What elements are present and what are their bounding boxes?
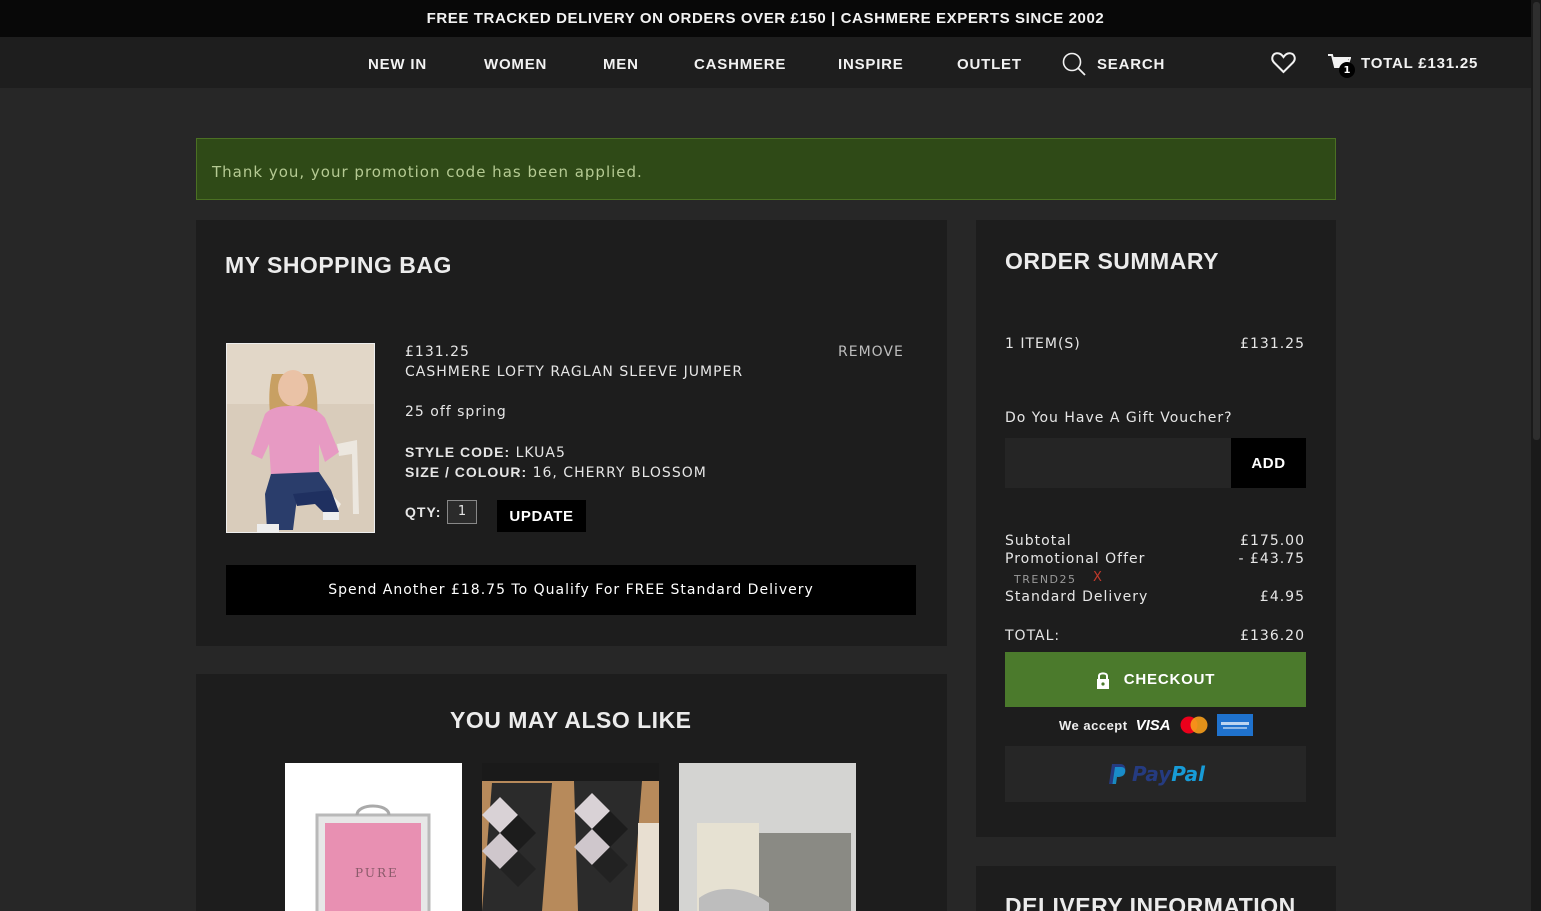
- recommendation-image-2: [482, 763, 659, 911]
- wishlist-heart-icon[interactable]: [1271, 51, 1296, 74]
- announcement-bar: FREE TRACKED DELIVERY ON ORDERS OVER £15…: [0, 0, 1531, 37]
- recommendation-logo-1: PURE: [355, 866, 399, 880]
- item-price: £131.25: [405, 344, 470, 360]
- payment-methods: We accept VISA: [1059, 713, 1253, 737]
- nav-item-men[interactable]: MEN: [603, 56, 639, 73]
- amex-icon: [1216, 714, 1253, 736]
- style-code-label: STYLE CODE:: [405, 444, 511, 460]
- gift-voucher-input[interactable]: [1005, 438, 1231, 488]
- free-delivery-text: Spend Another £18.75 To Qualify For FREE…: [328, 582, 814, 598]
- subtotal-value: £175.00: [1240, 533, 1305, 549]
- gift-voucher-label: Do You Have A Gift Voucher?: [1005, 410, 1233, 426]
- size-colour-row: SIZE / COLOUR: 16, CHERRY BLOSSOM: [405, 464, 707, 481]
- delivery-label: Standard Delivery: [1005, 589, 1149, 605]
- recommendation-card-1[interactable]: PURE: [285, 763, 462, 911]
- scrollbar-thumb[interactable]: [1533, 2, 1540, 440]
- recommendations-title: YOU MAY ALSO LIKE: [450, 707, 692, 733]
- checkout-button[interactable]: CHECKOUT: [1005, 652, 1306, 707]
- recommendation-card-3[interactable]: [679, 763, 856, 911]
- subtotal-label: Subtotal: [1005, 533, 1072, 549]
- style-code-value: LKUA5: [515, 445, 566, 461]
- paypal-logo-pay: Pay: [1131, 762, 1172, 786]
- recommendation-card-2[interactable]: [482, 763, 659, 911]
- promo-code-tag: TREND25: [1014, 573, 1077, 586]
- style-code-row: STYLE CODE: LKUA5: [405, 444, 566, 461]
- search-icon[interactable]: [1061, 51, 1087, 77]
- total-value: £136.20: [1240, 628, 1305, 644]
- update-button[interactable]: UPDATE: [497, 500, 586, 532]
- we-accept-label: We accept: [1059, 717, 1128, 733]
- delivery-value: £4.95: [1259, 589, 1305, 605]
- paypal-button[interactable]: Pay Pal: [1005, 746, 1306, 802]
- mastercard-icon: [1180, 716, 1208, 734]
- add-voucher-button[interactable]: ADD: [1231, 438, 1306, 488]
- size-colour-label: SIZE / COLOUR:: [405, 464, 528, 480]
- items-count: 1 ITEM(S): [1005, 336, 1081, 352]
- promo-success-text: Thank you, your promotion code has been …: [212, 163, 643, 181]
- lock-icon: [1096, 671, 1109, 689]
- nav-item-inspire[interactable]: INSPIRE: [838, 56, 904, 73]
- product-image[interactable]: [226, 343, 375, 533]
- visa-logo: VISA: [1135, 716, 1171, 734]
- items-total: £131.25: [1240, 336, 1305, 352]
- delivery-info-title: DELIVERY INFORMATION: [1005, 893, 1296, 911]
- qty-label: QTY:: [405, 504, 442, 520]
- shopping-bag-title: MY SHOPPING BAG: [225, 252, 452, 278]
- paypal-icon: [1108, 764, 1126, 784]
- total-label: TOTAL:: [1005, 628, 1061, 644]
- free-delivery-banner: Spend Another £18.75 To Qualify For FREE…: [226, 565, 916, 615]
- order-summary-panel: [976, 220, 1336, 837]
- main-nav: NEW IN WOMEN MEN CASHMERE INSPIRE OUTLET…: [0, 37, 1531, 88]
- checkout-label: CHECKOUT: [1123, 671, 1216, 688]
- qty-input[interactable]: 1: [447, 500, 477, 524]
- promo-success-message: Thank you, your promotion code has been …: [196, 138, 1336, 200]
- nav-item-cashmere[interactable]: CASHMERE: [694, 56, 786, 73]
- recommendation-image-3: [679, 763, 856, 911]
- search-link[interactable]: SEARCH: [1097, 56, 1165, 73]
- nav-item-new-in[interactable]: NEW IN: [368, 56, 427, 73]
- remove-link[interactable]: REMOVE: [838, 344, 904, 360]
- cart-count-badge: 1: [1339, 62, 1355, 78]
- promo-offer-label: Promotional Offer: [1005, 551, 1146, 567]
- cart-total-link[interactable]: TOTAL £131.25: [1361, 55, 1478, 72]
- recommendation-image-1: [285, 763, 462, 911]
- item-promo-note: 25 off spring: [405, 404, 507, 420]
- nav-item-outlet[interactable]: OUTLET: [957, 56, 1022, 73]
- announcement-text: FREE TRACKED DELIVERY ON ORDERS OVER £15…: [426, 10, 1105, 27]
- order-summary-title: ORDER SUMMARY: [1005, 248, 1219, 274]
- remove-promo-button[interactable]: X: [1093, 570, 1103, 585]
- item-name[interactable]: CASHMERE LOFTY RAGLAN SLEEVE JUMPER: [405, 364, 743, 380]
- paypal-logo-pal: Pal: [1171, 762, 1206, 786]
- promo-offer-value: - £43.75: [1238, 551, 1305, 567]
- nav-item-women[interactable]: WOMEN: [484, 56, 547, 73]
- size-colour-value: 16, CHERRY BLOSSOM: [532, 465, 707, 481]
